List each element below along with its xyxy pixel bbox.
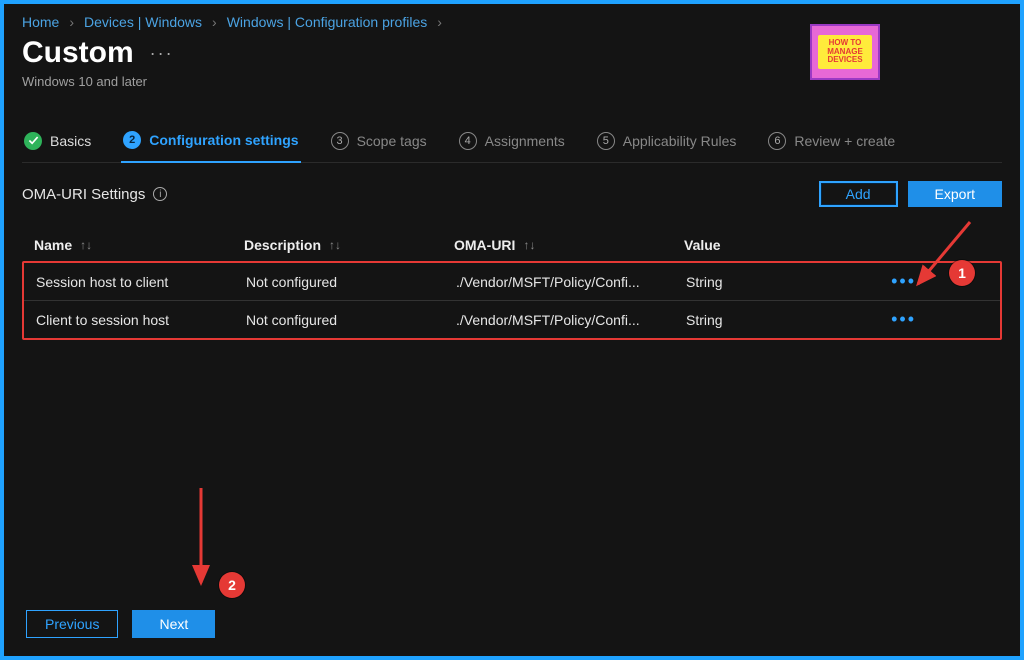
tab-review-create[interactable]: 6 Review + create (766, 124, 897, 162)
tab-label: Assignments (485, 133, 565, 149)
breadcrumb-home[interactable]: Home (22, 14, 59, 30)
sort-icon: ↑↓ (329, 238, 341, 252)
title-more-icon[interactable]: ··· (150, 43, 174, 64)
chevron-right-icon: › (212, 14, 217, 30)
tab-assignments[interactable]: 4 Assignments (457, 124, 567, 162)
wizard-tabs: Basics 2 Configuration settings 3 Scope … (22, 123, 1002, 163)
cell-description: Not configured (246, 274, 456, 290)
page-title: Custom (22, 36, 134, 70)
breadcrumb-devices-windows[interactable]: Devices | Windows (84, 14, 202, 30)
section-title: OMA-URI Settings (22, 186, 145, 203)
check-icon (24, 132, 42, 150)
brand-logo: HOW TO MANAGE DEVICES (810, 24, 880, 80)
tab-applicability-rules[interactable]: 5 Applicability Rules (595, 124, 739, 162)
col-description[interactable]: Description ↑↓ (244, 237, 454, 253)
table-row[interactable]: Session host to client Not configured ./… (24, 263, 1000, 300)
cell-omauri: ./Vendor/MSFT/Policy/Confi... (456, 312, 686, 328)
breadcrumb-config-profiles[interactable]: Windows | Configuration profiles (227, 14, 428, 30)
add-button[interactable]: Add (819, 181, 898, 207)
step-number-icon: 6 (768, 132, 786, 150)
cell-omauri: ./Vendor/MSFT/Policy/Confi... (456, 274, 686, 290)
table-header-row: Name ↑↓ Description ↑↓ OMA-URI ↑↓ Value (22, 229, 1002, 261)
next-button[interactable]: Next (132, 610, 215, 638)
annotation-callout-2: 2 (219, 572, 245, 598)
step-number-icon: 5 (597, 132, 615, 150)
tab-label: Review + create (794, 133, 895, 149)
cell-description: Not configured (246, 312, 456, 328)
step-number-icon: 3 (331, 132, 349, 150)
chevron-right-icon: › (437, 14, 442, 30)
oma-uri-table: Name ↑↓ Description ↑↓ OMA-URI ↑↓ Value … (22, 229, 1002, 340)
sort-icon: ↑↓ (523, 238, 535, 252)
tab-label: Scope tags (357, 133, 427, 149)
tab-basics[interactable]: Basics (22, 124, 93, 162)
table-body-highlight: Session host to client Not configured ./… (22, 261, 1002, 340)
chevron-right-icon: › (69, 14, 74, 30)
logo-line3: DEVICES (822, 56, 868, 65)
step-number-icon: 4 (459, 132, 477, 150)
tab-label: Applicability Rules (623, 133, 737, 149)
row-more-icon[interactable]: ••• (836, 271, 916, 292)
previous-button[interactable]: Previous (26, 610, 118, 638)
tab-configuration-settings[interactable]: 2 Configuration settings (121, 123, 300, 163)
tab-label: Configuration settings (149, 132, 298, 148)
annotation-arrow-icon (908, 214, 978, 297)
info-icon[interactable]: i (153, 187, 167, 201)
cell-name: Session host to client (36, 274, 246, 290)
sort-icon: ↑↓ (80, 238, 92, 252)
cell-name: Client to session host (36, 312, 246, 328)
cell-value: String (686, 274, 836, 290)
export-button[interactable]: Export (908, 181, 1002, 207)
col-omauri[interactable]: OMA-URI ↑↓ (454, 237, 684, 253)
table-row[interactable]: Client to session host Not configured ./… (24, 300, 1000, 338)
cell-value: String (686, 312, 836, 328)
col-name[interactable]: Name ↑↓ (34, 237, 244, 253)
tab-scope-tags[interactable]: 3 Scope tags (329, 124, 429, 162)
annotation-arrow-icon (186, 483, 216, 596)
tab-label: Basics (50, 133, 91, 149)
row-more-icon[interactable]: ••• (836, 309, 916, 330)
col-value[interactable]: Value (684, 237, 834, 253)
step-number-icon: 2 (123, 131, 141, 149)
